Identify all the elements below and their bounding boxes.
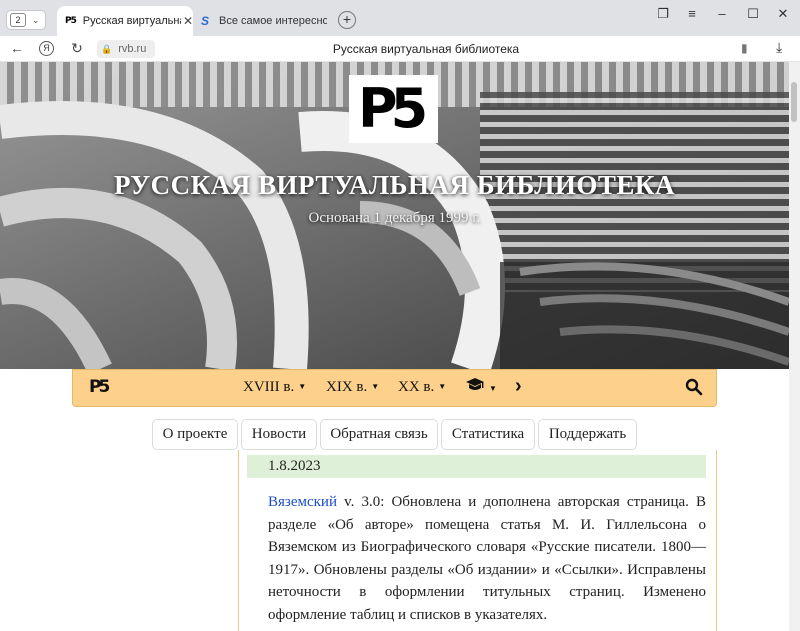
tab-rvb[interactable]: Р5 Русская виртуальная би ✕ (57, 6, 193, 36)
tab-count: 2 (10, 13, 26, 27)
rvb-favicon-icon: Р5 (65, 16, 77, 26)
logo-mark: Р5 (358, 77, 428, 140)
browser-tab-bar: 2 ⌄ Р5 Русская виртуальная би ✕ S Все са… (0, 0, 800, 36)
caret-down-icon: ▼ (298, 382, 307, 391)
scrollbar[interactable] (789, 62, 800, 631)
tab-counter-button[interactable]: 2 ⌄ (6, 10, 46, 30)
address-bar: ← Я ↻ 🔒 rvb.ru Русская виртуальная библи… (0, 36, 800, 62)
scrollbar-thumb[interactable] (791, 82, 797, 122)
site-title: РУССКАЯ ВИРТУАЛЬНАЯ БИБЛИОТЕКА (114, 170, 675, 200)
download-icon[interactable]: ⤓ (776, 39, 782, 56)
navbar-logo[interactable]: Р5 (89, 377, 110, 397)
subnav-feedback[interactable]: Обратная связь (320, 419, 438, 450)
site-subtitle: Основана 1 декабря 1999 г. (308, 210, 481, 226)
menu-icon[interactable]: ≡ (682, 6, 702, 22)
caret-down-icon: ▼ (489, 384, 497, 393)
graduation-cap-icon (466, 378, 484, 390)
tab-title: Русская виртуальная би (82, 15, 181, 27)
nav-item-label: XVIII в. (243, 379, 295, 395)
main-navbar: Р5 XVIII в. ▼ XIX в. ▼ XX в. ▼ ▼ › (72, 369, 717, 407)
nav-xx-dropdown[interactable]: XX в. ▼ (398, 379, 446, 396)
maximize-icon[interactable]: ☐ (743, 6, 763, 22)
page-title: Русская виртуальная библиотека (332, 42, 520, 56)
minimize-icon[interactable]: – (712, 6, 732, 22)
nav-xviii-dropdown[interactable]: XVIII в. ▼ (243, 379, 306, 396)
news-panel: 1.8.2023 Вяземский v. 3.0: Обновлена и д… (238, 450, 717, 631)
news-text: Вяземский v. 3.0: Обновлена и дополнена … (268, 491, 706, 627)
search-icon (685, 378, 703, 396)
new-tab-button[interactable]: + (338, 11, 356, 29)
nav-item-label: XX в. (398, 379, 435, 395)
search-button[interactable] (685, 378, 703, 401)
news-body: v. 3.0: Обновлена и дополнена авторская … (268, 494, 706, 623)
tab-title: Все самое интересное из (219, 15, 327, 27)
window-close-icon[interactable]: ✕ (773, 6, 793, 22)
subnav-about[interactable]: О проекте (152, 419, 238, 450)
tab-second[interactable]: S Все самое интересное из (195, 6, 333, 36)
chevron-down-icon: ⌄ (32, 14, 40, 25)
hero-logo[interactable]: Р5 (349, 75, 438, 143)
s-favicon-icon: S (201, 14, 210, 28)
collections-icon[interactable]: ❐ (653, 6, 673, 22)
caret-down-icon: ▼ (438, 382, 447, 391)
subnav-statistics[interactable]: Статистика (441, 419, 535, 450)
caret-down-icon: ▼ (371, 382, 380, 391)
news-date: 1.8.2023 (247, 455, 706, 478)
subnav-news[interactable]: Новости (241, 419, 317, 450)
chevron-right-icon[interactable]: › (515, 375, 522, 398)
nav-xix-dropdown[interactable]: XIX в. ▼ (326, 379, 379, 396)
nav-item-label: XIX в. (326, 379, 368, 395)
subnav-support[interactable]: Поддержать (538, 419, 637, 450)
hero-banner: Р5 РУССКАЯ ВИРТУАЛЬНАЯ БИБЛИОТЕКА Основа… (0, 62, 789, 369)
close-icon[interactable]: ✕ (183, 14, 193, 28)
author-link[interactable]: Вяземский (268, 494, 337, 510)
nav-academic-dropdown[interactable]: ▼ (465, 377, 497, 398)
bookmark-icon[interactable]: ▮ (741, 41, 748, 55)
